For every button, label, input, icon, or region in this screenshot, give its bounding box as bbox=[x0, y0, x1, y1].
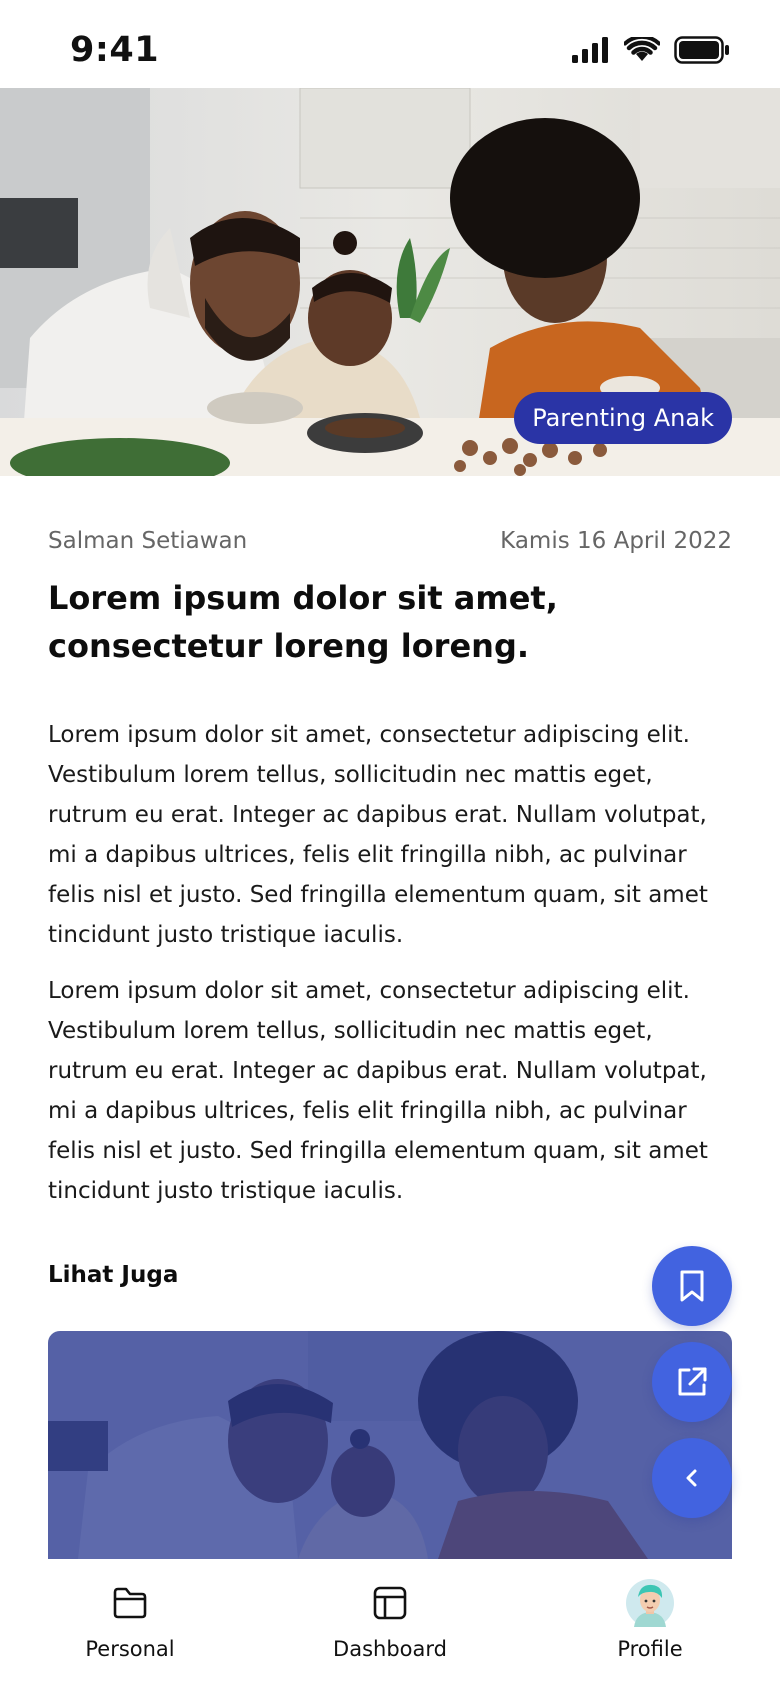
bookmark-button[interactable] bbox=[652, 1246, 732, 1326]
share-button[interactable] bbox=[652, 1342, 732, 1422]
chevron-left-icon bbox=[686, 1469, 697, 1487]
author-name: Salman Setiawan bbox=[48, 528, 248, 554]
related-article-image bbox=[48, 1331, 732, 1559]
nav-item-profile[interactable]: Profile bbox=[570, 1579, 730, 1661]
article-title: Lorem ipsum dolor sit amet, consectetur … bbox=[48, 579, 558, 665]
hero-image: Parenting Anak bbox=[0, 88, 780, 476]
battery-icon bbox=[674, 36, 729, 64]
publish-date: Kamis 16 April 2022 bbox=[500, 528, 732, 554]
nav-label-profile: Profile bbox=[617, 1637, 683, 1661]
nav-item-dashboard[interactable]: Dashboard bbox=[310, 1579, 470, 1661]
article-meta: Salman Setiawan Kamis 16 April 2022 bbox=[48, 528, 732, 554]
folder-icon bbox=[106, 1579, 154, 1627]
nav-label-personal: Personal bbox=[85, 1637, 175, 1661]
see-also-heading: Lihat Juga bbox=[48, 1262, 179, 1288]
status-icons bbox=[572, 36, 730, 64]
back-button[interactable] bbox=[652, 1438, 732, 1518]
wifi-icon bbox=[624, 37, 660, 61]
article-paragraph: Lorem ipsum dolor sit amet, consectetur … bbox=[48, 722, 708, 948]
category-badge[interactable]: Parenting Anak bbox=[514, 392, 732, 444]
nav-label-dashboard: Dashboard bbox=[333, 1637, 447, 1661]
related-article-card[interactable] bbox=[48, 1331, 732, 1559]
status-bar: 9:41 bbox=[0, 0, 780, 88]
avatar bbox=[626, 1579, 674, 1627]
cellular-signal-icon bbox=[572, 37, 608, 63]
article-paragraph: Lorem ipsum dolor sit amet, consectetur … bbox=[48, 978, 708, 1204]
status-time: 9:41 bbox=[70, 30, 160, 70]
bottom-navigation: Personal Dashboard Profile bbox=[0, 1559, 780, 1688]
layout-icon bbox=[366, 1579, 414, 1627]
nav-item-personal[interactable]: Personal bbox=[50, 1579, 210, 1661]
bookmark-icon bbox=[680, 1270, 704, 1302]
external-share-icon bbox=[678, 1367, 707, 1396]
